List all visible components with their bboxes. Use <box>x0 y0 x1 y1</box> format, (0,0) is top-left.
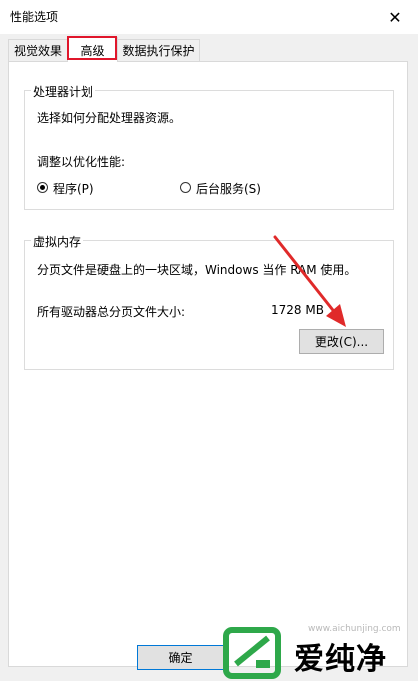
tab-advanced[interactable]: 高级 <box>67 37 118 62</box>
adjust-performance-label: 调整以优化性能: <box>37 155 126 169</box>
close-button[interactable]: ✕ <box>372 0 418 34</box>
total-paging-file-label: 所有驱动器总分页文件大小: <box>37 305 186 319</box>
window-title: 性能选项 <box>10 10 59 24</box>
background-services-radio-label: 后台服务(S) <box>196 182 261 196</box>
title-bar: 性能选项 ✕ <box>0 0 418 34</box>
virtual-memory-group: 虚拟内存 分页文件是硬盘上的一块区域，Windows 当作 RAM 使用。 所有… <box>24 233 394 370</box>
watermark-logo: 爱纯净 <box>216 624 418 681</box>
performance-options-window: 性能选项 ✕ 视觉效果 高级 数据执行保护 处理器计划 选择如何分配处理器资源。… <box>0 0 418 681</box>
ok-button-label: 确定 <box>168 651 193 665</box>
processor-scheduling-group: 处理器计划 选择如何分配处理器资源。 调整以优化性能: 程序(P) 后台服务(S… <box>24 83 394 210</box>
change-button-label: 更改(C)... <box>314 335 369 349</box>
change-button[interactable]: 更改(C)... <box>299 329 384 354</box>
virtual-memory-description: 分页文件是硬盘上的一块区域，Windows 当作 RAM 使用。 <box>37 263 357 277</box>
processor-description: 选择如何分配处理器资源。 <box>37 111 182 125</box>
tab-label: 高级 <box>80 43 105 58</box>
tab-label: 视觉效果 <box>13 44 62 58</box>
advanced-tab-panel: 处理器计划 选择如何分配处理器资源。 调整以优化性能: 程序(P) 后台服务(S… <box>8 61 408 667</box>
ok-button[interactable]: 确定 <box>137 645 224 670</box>
background-services-radio-option[interactable]: 后台服务(S) <box>180 180 290 196</box>
virtual-memory-group-title: 虚拟内存 <box>31 233 84 250</box>
close-icon: ✕ <box>388 7 402 27</box>
background-services-radio[interactable] <box>180 182 191 193</box>
tab-label: 数据执行保护 <box>122 44 195 58</box>
programs-radio-option[interactable]: 程序(P) <box>37 180 127 196</box>
tab-data-execution-prevention[interactable]: 数据执行保护 <box>117 39 200 61</box>
logo-mark-icon <box>223 627 281 679</box>
programs-radio-label: 程序(P) <box>53 182 94 196</box>
programs-radio[interactable] <box>37 182 48 193</box>
total-paging-file-value: 1728 MB <box>271 303 324 317</box>
logo-text: 爱纯净 <box>294 642 387 677</box>
processor-group-title: 处理器计划 <box>31 83 96 100</box>
tab-visual-effects[interactable]: 视觉效果 <box>8 39 68 61</box>
